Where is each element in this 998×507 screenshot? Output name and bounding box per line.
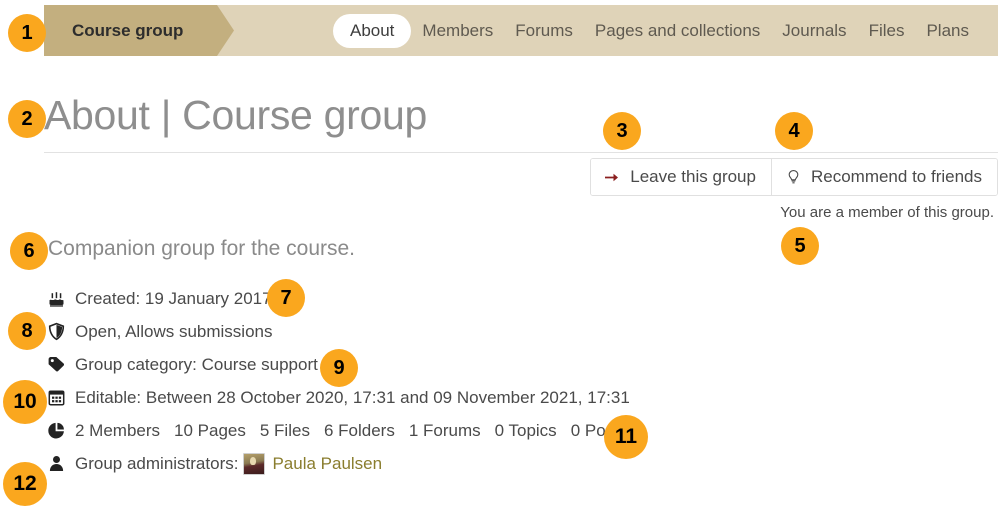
group-statistics: 2 Members 10 Pages 5 Files 6 Folders 1 F… <box>75 421 627 441</box>
callout-badge-9: 9 <box>320 349 358 387</box>
info-row-created: Created: 19 January 2017 <box>46 282 630 315</box>
shield-icon <box>46 322 66 342</box>
calendar-icon <box>46 388 66 408</box>
group-action-buttons: Leave this group Recommend to friends <box>590 158 998 196</box>
stat-files: 5 Files <box>259 420 310 440</box>
recommend-to-friends-button[interactable]: Recommend to friends <box>770 159 997 195</box>
nav-item-forums[interactable]: Forums <box>504 15 584 47</box>
arrow-right-icon <box>604 169 621 186</box>
stat-pages: 10 Pages <box>174 420 246 440</box>
callout-badge-2: 2 <box>8 100 46 138</box>
group-tab-label: Course group <box>72 21 184 40</box>
nav-item-journals[interactable]: Journals <box>771 15 857 47</box>
leave-this-group-label: Leave this group <box>630 167 756 186</box>
callout-badge-1: 1 <box>8 14 46 52</box>
info-row-administrators: Group administrators: Paula Paulsen <box>46 447 630 480</box>
callout-badge-10: 10 <box>3 380 47 424</box>
callout-badge-8: 8 <box>8 312 46 350</box>
info-row-created-text: Created: 19 January 2017 <box>75 288 272 308</box>
pie-chart-icon <box>46 421 66 441</box>
nav-item-files[interactable]: Files <box>858 15 916 47</box>
person-icon <box>46 454 66 474</box>
callout-badge-11: 11 <box>604 415 648 459</box>
title-divider <box>44 152 998 153</box>
lightbulb-icon <box>785 169 802 186</box>
callout-badge-7: 7 <box>267 279 305 317</box>
stat-folders: 6 Folders <box>323 420 395 440</box>
avatar[interactable] <box>243 452 266 475</box>
stat-forums: 1 Forums <box>408 420 481 440</box>
tag-icon <box>46 355 66 375</box>
callout-badge-3: 3 <box>603 112 641 150</box>
recommend-to-friends-label: Recommend to friends <box>810 167 982 186</box>
nav-item-members[interactable]: Members <box>411 15 504 47</box>
nav-item-plans[interactable]: Plans <box>915 15 980 47</box>
birthday-cake-icon <box>46 289 66 309</box>
callout-badge-5: 5 <box>781 227 819 265</box>
group-navigation: About Members Forums Pages and collectio… <box>332 5 980 56</box>
callout-badge-12: 12 <box>3 462 47 506</box>
info-row-access-text: Open, Allows submissions <box>75 321 273 341</box>
nav-item-pages-and-collections[interactable]: Pages and collections <box>584 15 771 47</box>
membership-status-note: You are a member of this group. <box>780 204 994 221</box>
administrators-label: Group administrators: <box>75 453 239 473</box>
group-header-bar: Course group About Members Forums Pages … <box>44 5 998 56</box>
nav-item-about[interactable]: About <box>332 13 412 48</box>
group-description: Companion group for the course. <box>48 237 356 260</box>
info-row-access: Open, Allows submissions <box>46 315 630 348</box>
stat-topics: 0 Topics <box>494 420 557 440</box>
leave-this-group-button[interactable]: Leave this group <box>591 159 771 195</box>
callout-badge-4: 4 <box>775 112 813 150</box>
info-row-category-text: Group category: Course support <box>75 354 318 374</box>
administrator-link-paula-paulsen[interactable]: Paula Paulsen <box>272 454 382 474</box>
info-row-editable-text: Editable: Between 28 October 2020, 17:31… <box>75 387 630 407</box>
info-row-statistics: 2 Members 10 Pages 5 Files 6 Folders 1 F… <box>46 414 630 447</box>
stat-members: 2 Members <box>75 420 161 440</box>
callout-badge-6: 6 <box>10 232 48 270</box>
page-title: About | Course group <box>44 92 427 138</box>
